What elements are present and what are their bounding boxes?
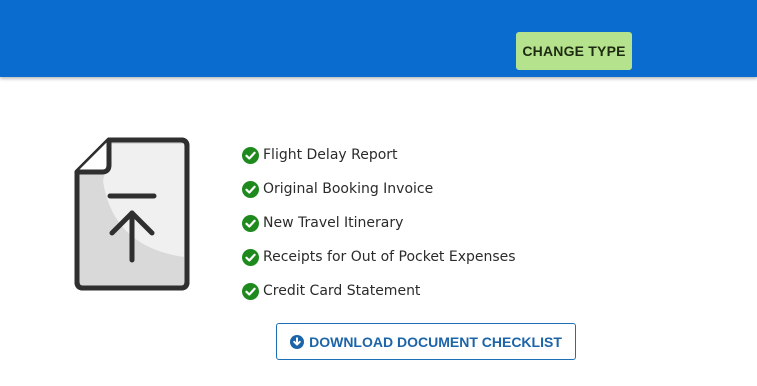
list-item: Credit Card Statement (242, 274, 516, 308)
checklist-item-label: New Travel Itinerary (263, 215, 404, 231)
check-circle-icon (242, 180, 259, 198)
check-circle-icon (242, 214, 259, 232)
download-circle-icon (290, 334, 305, 349)
download-button-label: DOWNLOAD DOCUMENT CHECKLIST (309, 333, 562, 350)
checklist-item-label: Credit Card Statement (263, 283, 421, 299)
checklist-item-label: Flight Delay Report (263, 147, 398, 163)
document-upload-icon (73, 135, 191, 293)
change-type-button[interactable]: CHANGE TYPE (516, 32, 632, 70)
document-checklist: Flight Delay Report Original Booking Inv… (242, 138, 516, 308)
list-item: Original Booking Invoice (242, 172, 516, 206)
checklist-item-label: Receipts for Out of Pocket Expenses (263, 249, 516, 265)
list-item: New Travel Itinerary (242, 206, 516, 240)
list-item: Flight Delay Report (242, 138, 516, 172)
check-circle-icon (242, 146, 259, 164)
header-bar: CHANGE TYPE (0, 0, 757, 77)
list-item: Receipts for Out of Pocket Expenses (242, 240, 516, 274)
check-circle-icon (242, 282, 259, 300)
checklist-item-label: Original Booking Invoice (263, 181, 434, 197)
download-checklist-button[interactable]: DOWNLOAD DOCUMENT CHECKLIST (276, 323, 576, 360)
check-circle-icon (242, 248, 259, 266)
